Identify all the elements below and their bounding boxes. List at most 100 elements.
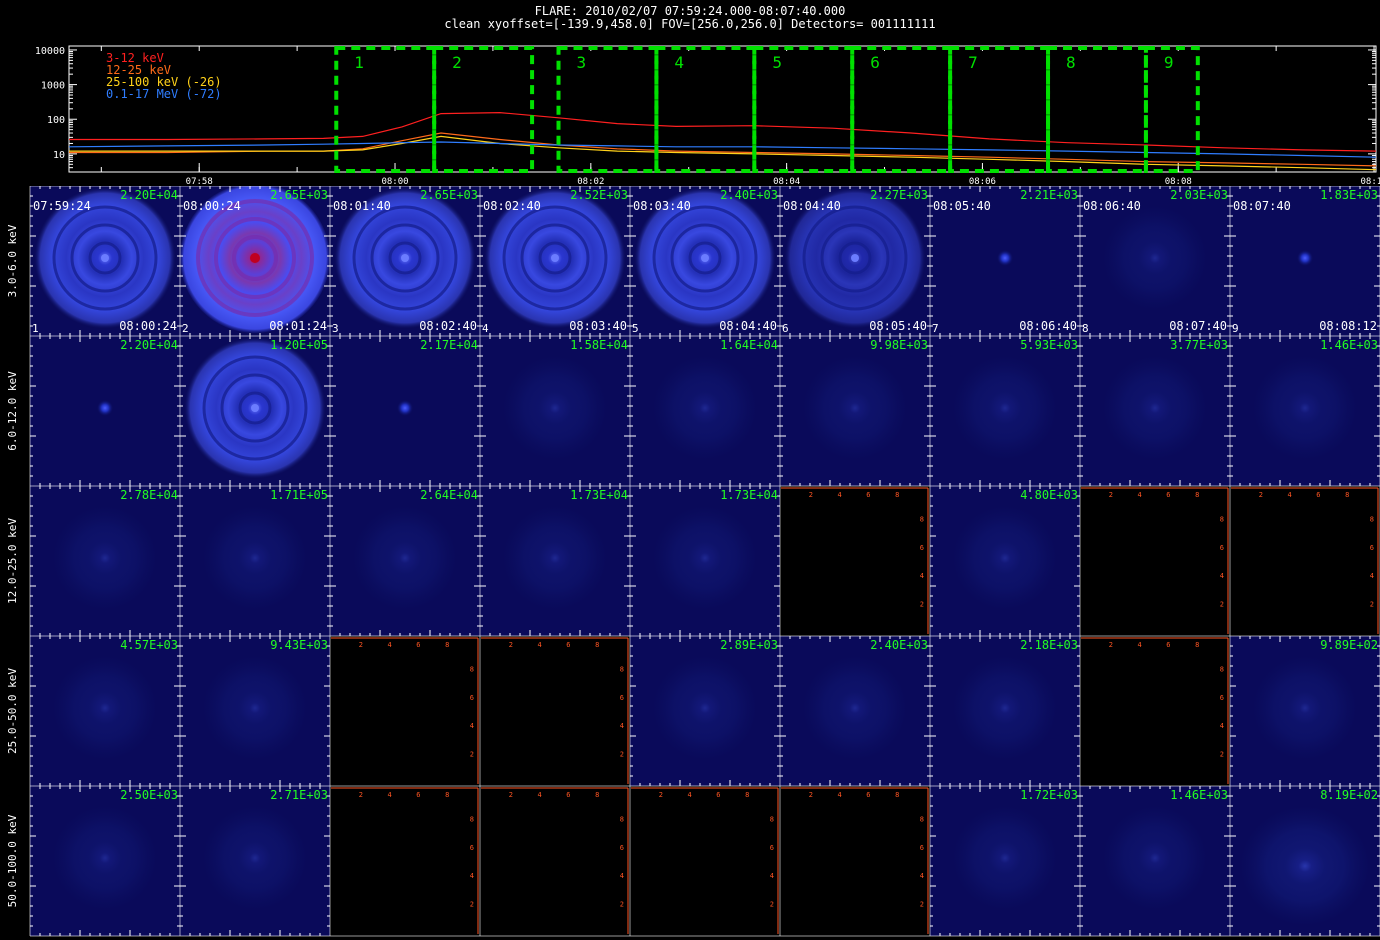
- empty-axis-tick: 6: [866, 491, 870, 499]
- empty-axis-tick: 4: [537, 641, 541, 649]
- empty-axis-tick: 2: [359, 791, 363, 799]
- empty-axis-tick: 6: [1220, 694, 1224, 702]
- image-number: 6: [782, 322, 789, 335]
- series-line: [68, 141, 1377, 158]
- peak-flux-label: 2.18E+03: [1020, 638, 1078, 652]
- empty-axis-tick: 4: [837, 791, 841, 799]
- source-image: [52, 805, 158, 911]
- energy-band-label: 25.0-50.0 keV: [6, 668, 19, 754]
- source-image: [652, 505, 758, 611]
- peak-flux-label: 2.21E+03: [1020, 188, 1078, 202]
- image-start-time: 08:00:24: [183, 199, 241, 213]
- x-tick-label: 08:04: [773, 177, 800, 186]
- empty-axis-tick: 2: [620, 751, 624, 759]
- empty-axis-tick: 6: [416, 791, 420, 799]
- empty-axis-tick: 4: [920, 572, 924, 580]
- image-number: 3: [332, 322, 339, 335]
- empty-axis-tick: 8: [895, 491, 899, 499]
- source-core: [701, 254, 709, 262]
- source-core: [851, 254, 859, 262]
- empty-axis-tick: 4: [1137, 641, 1141, 649]
- image-grid-panel: 3.0-6.0 keV 6.0-12.0 keV 12.0-25.0 keV 25.0…: [6, 186, 1380, 937]
- empty-axis-tick: 8: [595, 641, 599, 649]
- empty-image-cell: [481, 787, 629, 935]
- empty-image-cell: [331, 787, 479, 935]
- empty-axis-tick: 8: [1345, 491, 1349, 499]
- time-window-box: [432, 46, 535, 173]
- source-image: [952, 655, 1058, 761]
- peak-flux-label: 9.89E+02: [1320, 638, 1378, 652]
- y-tick-label: 10000: [35, 46, 65, 57]
- empty-axis-tick: 2: [809, 791, 813, 799]
- peak-flux-label: 2.64E+04: [420, 488, 478, 502]
- empty-axis-tick: 6: [416, 641, 420, 649]
- empty-axis-tick: 2: [509, 791, 513, 799]
- peak-flux-label: 1.72E+03: [1020, 788, 1078, 802]
- empty-axis-tick: 8: [620, 665, 624, 673]
- empty-axis-tick: 6: [920, 544, 924, 552]
- peak-flux-label: 1.46E+03: [1320, 338, 1378, 352]
- empty-axis-tick: 2: [359, 641, 363, 649]
- image-end-time: 08:02:40: [419, 319, 477, 333]
- source-core: [251, 404, 259, 412]
- peak-flux-label: 2.40E+03: [720, 188, 778, 202]
- peak-flux-label: 2.20E+04: [120, 338, 178, 352]
- empty-image-cell: [781, 787, 929, 935]
- peak-flux-label: 4.80E+03: [1020, 488, 1078, 502]
- peak-flux-label: 2.27E+03: [870, 188, 928, 202]
- image-number: 8: [1082, 322, 1089, 335]
- image-end-time: 08:06:40: [1019, 319, 1077, 333]
- image-number: 1: [32, 322, 39, 335]
- empty-axis-tick: 8: [895, 791, 899, 799]
- empty-axis-tick: 6: [866, 791, 870, 799]
- legend-entry: 0.1-17 MeV (-72): [106, 87, 222, 101]
- empty-axis-tick: 8: [445, 791, 449, 799]
- empty-axis-tick: 8: [445, 641, 449, 649]
- empty-axis-tick: 8: [595, 791, 599, 799]
- time-window-box: [948, 46, 1051, 173]
- time-window-number: 2: [452, 53, 462, 72]
- peak-flux-label: 1.20E+05: [270, 338, 328, 352]
- source-image: [952, 355, 1058, 461]
- empty-image-cell: [481, 637, 629, 785]
- source-image: [652, 355, 758, 461]
- empty-axis-tick: 6: [1220, 544, 1224, 552]
- x-tick-label: 07:58: [186, 177, 213, 186]
- empty-axis-tick: 6: [470, 844, 474, 852]
- peak-flux-label: 2.17E+04: [420, 338, 478, 352]
- time-window-box: [850, 46, 953, 173]
- image-end-time: 08:01:24: [269, 319, 327, 333]
- empty-axis-tick: 8: [470, 665, 474, 673]
- source-image: [502, 505, 608, 611]
- empty-image-cell: [1081, 487, 1229, 635]
- time-window-number: 7: [968, 53, 978, 72]
- empty-axis-tick: 8: [770, 815, 774, 823]
- empty-image-cell: [631, 787, 779, 935]
- empty-axis-tick: 8: [1195, 641, 1199, 649]
- image-number: 5: [632, 322, 639, 335]
- peak-flux-label: 9.98E+03: [870, 338, 928, 352]
- empty-axis-tick: 8: [1220, 515, 1224, 523]
- empty-axis-tick: 6: [1166, 641, 1170, 649]
- source-image: [52, 655, 158, 761]
- empty-axis-tick: 6: [770, 844, 774, 852]
- empty-axis-tick: 4: [1287, 491, 1291, 499]
- empty-image-cell: [331, 637, 479, 785]
- empty-axis-tick: 4: [537, 791, 541, 799]
- empty-axis-tick: 4: [387, 791, 391, 799]
- time-window-number: 9: [1164, 53, 1174, 72]
- empty-axis-tick: 2: [1370, 601, 1374, 609]
- empty-axis-tick: 2: [809, 491, 813, 499]
- peak-flux-label: 5.93E+03: [1020, 338, 1078, 352]
- empty-axis-tick: 6: [620, 844, 624, 852]
- time-window-box: [556, 46, 659, 173]
- empty-axis-tick: 2: [1109, 641, 1113, 649]
- source-image: [202, 655, 308, 761]
- empty-axis-tick: 4: [770, 872, 774, 880]
- source-image: [952, 505, 1058, 611]
- empty-axis-tick: 6: [920, 844, 924, 852]
- empty-axis-tick: 8: [1220, 665, 1224, 673]
- source-core: [250, 253, 260, 263]
- source-image: [1240, 806, 1370, 926]
- image-end-time: 08:07:40: [1169, 319, 1227, 333]
